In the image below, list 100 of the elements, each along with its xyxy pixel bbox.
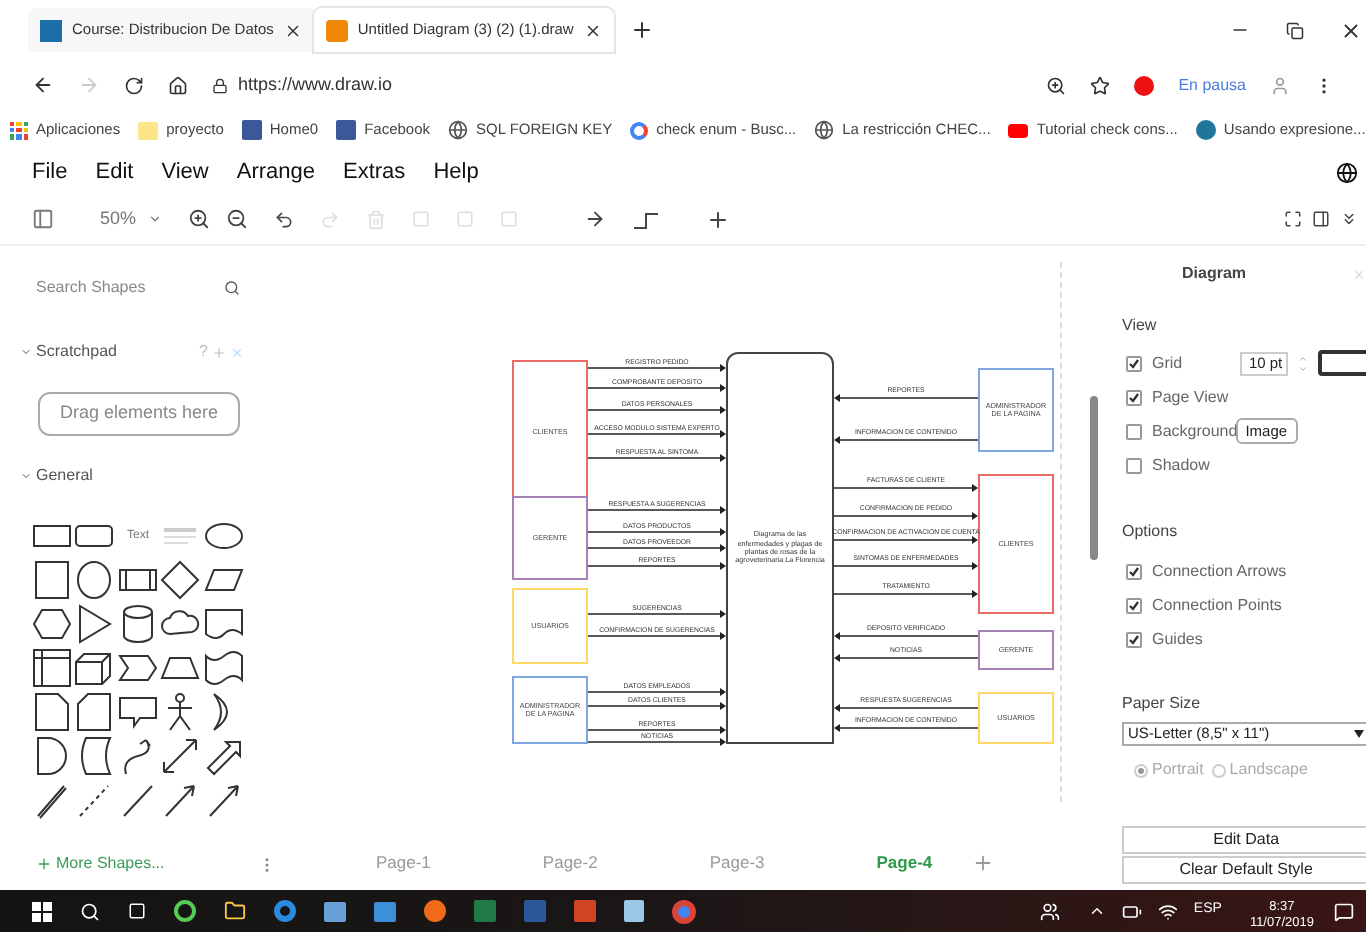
task-view-icon[interactable] (128, 902, 146, 920)
profile-icon[interactable] (1270, 75, 1290, 95)
flow-arrow (834, 704, 978, 712)
arrow-icon[interactable] (203, 780, 244, 820)
callout-icon[interactable] (117, 692, 158, 732)
double-arrow-icon[interactable] (160, 736, 201, 776)
undo-icon[interactable] (274, 209, 295, 229)
checkbox[interactable] (1126, 457, 1142, 473)
sidebar-toggle-icon[interactable] (32, 208, 54, 230)
menu-item[interactable]: Edit (95, 155, 134, 189)
globe-icon[interactable] (1336, 161, 1358, 183)
add-page-icon[interactable] (972, 851, 995, 873)
people-icon[interactable] (1039, 901, 1060, 921)
menu-item[interactable]: View (161, 155, 209, 189)
radio-button[interactable] (1211, 763, 1226, 777)
flow-arrow (834, 654, 978, 662)
caret-icon (20, 470, 32, 482)
flow-arrow (834, 632, 978, 640)
document-icon[interactable] (203, 604, 244, 644)
battery-icon[interactable] (1121, 901, 1142, 921)
caret-icon (20, 346, 32, 358)
section-title: Paper Size (1122, 692, 1203, 716)
close-icon[interactable] (583, 21, 602, 39)
grid-color-swatch[interactable] (1318, 350, 1366, 376)
collapse-icon[interactable] (1340, 210, 1358, 228)
flow-arrow (588, 688, 726, 696)
new-tab-icon[interactable] (629, 18, 654, 42)
square-icon[interactable] (32, 560, 72, 600)
app-icon[interactable] (324, 901, 346, 921)
thick-arrow-icon[interactable] (203, 736, 244, 776)
zoom-out-icon[interactable] (226, 208, 249, 230)
address-field[interactable]: https://www.draw.io (212, 67, 1023, 103)
zoom-in-icon[interactable] (188, 208, 211, 230)
cube-icon[interactable] (74, 648, 115, 688)
windows-icon[interactable] (32, 901, 52, 921)
panel-button[interactable]: Clear Default Style (1122, 856, 1366, 884)
notifications-icon[interactable] (1334, 901, 1354, 921)
caret-icon[interactable] (1087, 902, 1106, 920)
menu-item[interactable]: File (32, 155, 68, 189)
checkbox[interactable] (1126, 355, 1142, 371)
home-icon[interactable] (168, 75, 188, 95)
delay-icon[interactable] (32, 736, 72, 776)
bookmark-star-icon[interactable] (1090, 75, 1111, 95)
restore-icon[interactable] (1286, 21, 1304, 39)
internal-storage-icon[interactable] (32, 648, 72, 688)
flow-arrow (588, 726, 726, 734)
tape-icon[interactable] (203, 648, 244, 688)
checkbox[interactable] (1126, 563, 1142, 579)
menu-item[interactable]: Arrange (236, 155, 315, 189)
search-field[interactable]: Search Shapes (36, 276, 196, 300)
menu-item[interactable]: Extras (343, 155, 406, 189)
globe-icon (814, 120, 835, 140)
zoom-level[interactable]: 50% (100, 205, 163, 233)
radio-button[interactable] (1134, 763, 1148, 777)
more-shapes-link[interactable]: More Shapes... (36, 852, 165, 876)
checkbox[interactable] (1126, 423, 1142, 439)
fullscreen-icon[interactable] (1284, 210, 1302, 228)
checkbox[interactable] (1126, 389, 1142, 405)
flow-arrow (588, 454, 726, 462)
waypoint-icon[interactable] (632, 209, 661, 229)
video-icon (1008, 123, 1029, 137)
section-title: Options (1122, 520, 1180, 544)
app-icon[interactable] (174, 900, 196, 922)
format-panel-icon[interactable] (1312, 210, 1330, 228)
flow-arrow (834, 436, 978, 444)
app-icon[interactable] (374, 901, 396, 921)
profile-status[interactable]: En pausa (1178, 73, 1246, 97)
hexagon-icon[interactable] (32, 604, 72, 644)
option-label: Guides (1152, 627, 1203, 651)
arrow-icon[interactable] (160, 780, 201, 820)
zoom-icon[interactable] (1046, 75, 1067, 95)
card-icon[interactable] (74, 692, 115, 732)
double-line-icon[interactable] (32, 780, 72, 820)
dashed-line-icon[interactable] (74, 780, 115, 820)
section-header[interactable]: Scratchpad (20, 340, 117, 364)
circle-icon[interactable] (74, 560, 115, 600)
wifi-icon[interactable] (1157, 901, 1178, 921)
cylinder-icon[interactable] (117, 604, 158, 644)
option-label: Page View (1152, 385, 1229, 409)
insert-icon[interactable] (706, 207, 731, 231)
connection-icon[interactable] (584, 208, 607, 230)
search-icon[interactable] (224, 280, 240, 296)
panel-button[interactable]: Edit Data (1122, 826, 1366, 854)
triangle-icon[interactable] (74, 604, 115, 644)
close-icon[interactable] (1340, 19, 1362, 41)
checkbox[interactable] (1126, 631, 1142, 647)
back-icon[interactable] (32, 74, 54, 96)
flow-arrow (588, 364, 726, 372)
section-header[interactable]: General (20, 464, 280, 488)
reload-icon[interactable] (124, 75, 144, 95)
menu-item[interactable]: Help (433, 155, 479, 189)
scrollbar-thumb[interactable] (1090, 396, 1098, 560)
flow-arrow (588, 738, 726, 746)
diamond-icon[interactable] (160, 560, 201, 600)
plus-icon (36, 856, 52, 872)
checkbox[interactable] (1126, 597, 1142, 613)
close-icon[interactable] (283, 21, 302, 39)
note-icon[interactable] (32, 692, 72, 732)
line-icon[interactable] (117, 780, 158, 820)
page-tab[interactable]: Page-4 (876, 849, 933, 875)
